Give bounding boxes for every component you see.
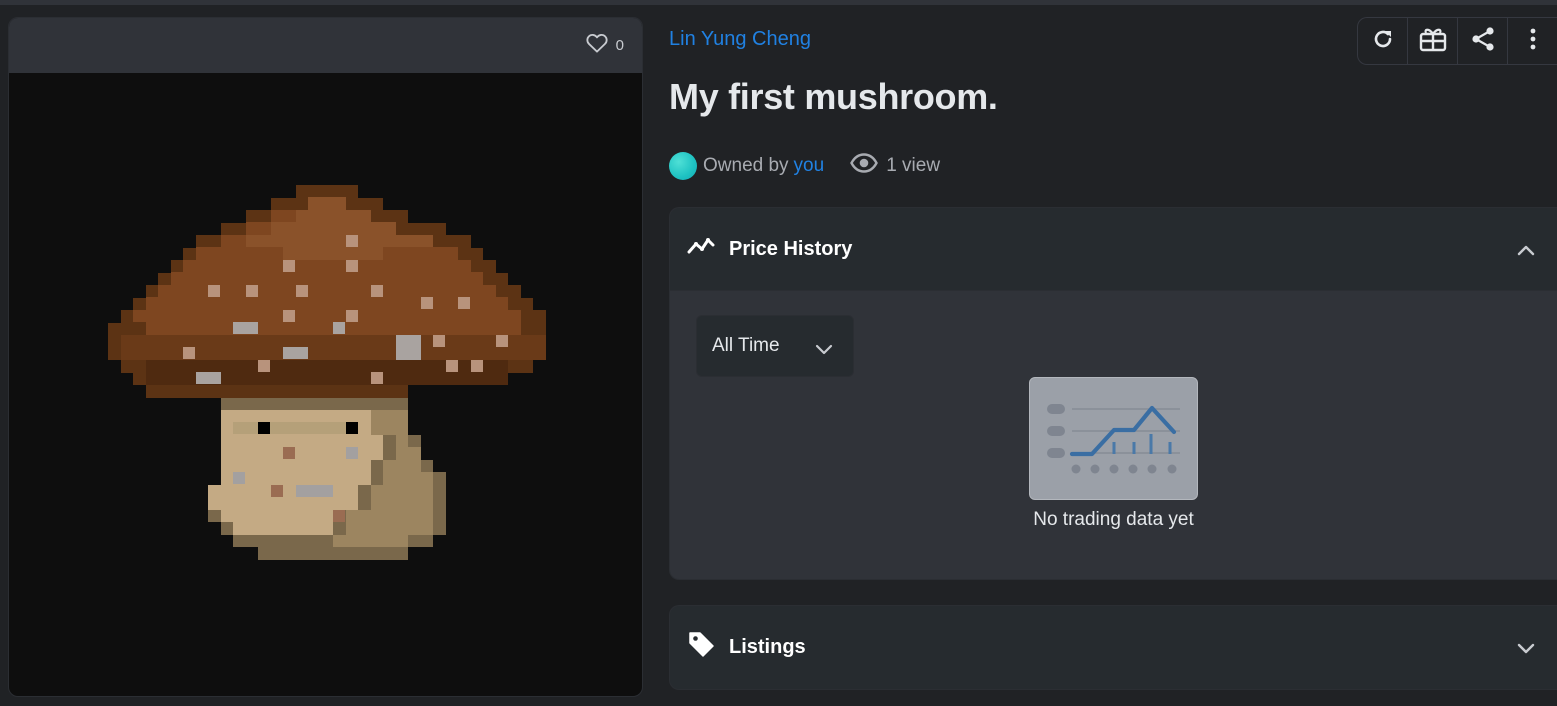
item-title: My first mushroom.: [669, 76, 998, 117]
no-data-message: No trading data yet: [1033, 509, 1194, 530]
more-vertical-icon: [1529, 27, 1537, 56]
eye-icon: [850, 153, 879, 179]
owner-avatar[interactable]: [669, 152, 697, 180]
more-options-button[interactable]: [1508, 18, 1557, 64]
tag-icon: [687, 630, 715, 664]
owner-link[interactable]: you: [794, 155, 825, 177]
view-count: 1 view: [850, 153, 940, 179]
top-strip: [0, 0, 1557, 5]
action-toolbar: [1357, 17, 1557, 65]
gift-button[interactable]: [1408, 18, 1458, 64]
chevron-down-icon[interactable]: [1517, 637, 1535, 660]
favorite-button[interactable]: 0: [586, 33, 624, 57]
gift-icon: [1419, 26, 1447, 57]
share-icon: [1470, 26, 1496, 57]
creator-link[interactable]: Lin Yung Cheng: [669, 28, 811, 51]
item-meta: Owned by you 1 view: [669, 152, 940, 180]
price-history-header[interactable]: Price History: [670, 208, 1557, 290]
price-history-body: All Time No trading data yet: [670, 290, 1557, 579]
line-chart-icon: [687, 236, 715, 262]
listings-panel: Listings: [669, 605, 1557, 690]
time-range-select[interactable]: All Time: [696, 315, 854, 377]
empty-chart-illustration: [1029, 377, 1198, 500]
chevron-down-icon: [815, 339, 833, 361]
heart-icon: [586, 33, 608, 57]
view-count-text: 1 view: [886, 155, 941, 176]
listings-header[interactable]: Listings: [670, 606, 1557, 688]
nft-card: 0: [8, 17, 643, 697]
favorite-count: 0: [615, 36, 624, 54]
price-history-panel: Price History All Time No trading data y…: [669, 207, 1557, 580]
listings-title: Listings: [729, 635, 806, 658]
time-range-value: All Time: [712, 335, 780, 356]
share-button[interactable]: [1458, 18, 1508, 64]
card-header: 0: [9, 18, 642, 73]
price-history-title: Price History: [729, 237, 853, 260]
owned-by-label: Owned by: [703, 155, 789, 176]
refresh-button[interactable]: [1358, 18, 1408, 64]
chevron-up-icon[interactable]: [1517, 239, 1535, 262]
refresh-icon: [1371, 27, 1395, 56]
mushroom-pixel-art-image[interactable]: [9, 73, 642, 696]
